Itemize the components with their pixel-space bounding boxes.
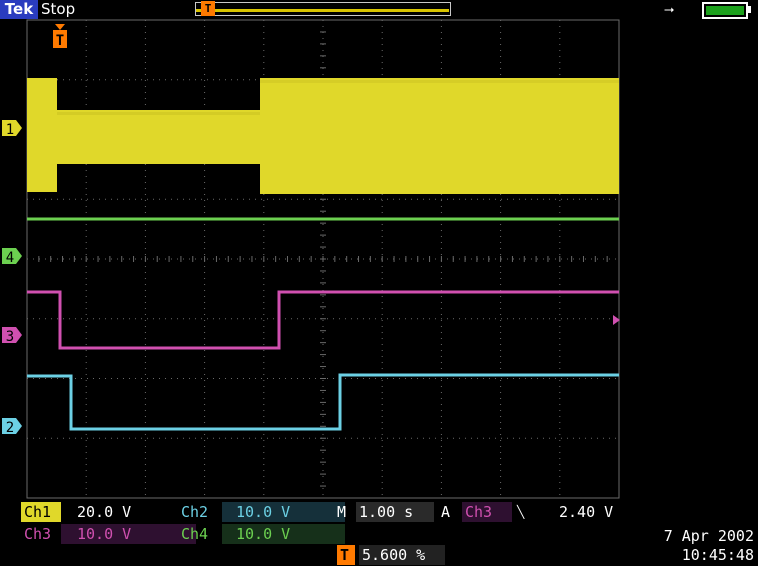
ch4-scale: 10.0 V <box>222 524 345 544</box>
ch2-readout[interactable]: Ch2 10.0 V <box>178 502 345 522</box>
trigger-marker: T <box>53 24 67 49</box>
ch2-scale: 10.0 V <box>222 502 345 522</box>
time-readout: 10:45:48 <box>681 546 754 564</box>
ch4-readout[interactable]: Ch4 10.0 V <box>178 524 345 544</box>
ch1-readout[interactable]: Ch1 20.0 V <box>21 502 182 522</box>
trigger-position-value: 5.600 % <box>359 545 445 565</box>
ch3-label: Ch3 <box>24 525 52 543</box>
trigger-slope-icon: ╲ <box>517 505 525 519</box>
ch2-label: Ch2 <box>181 503 209 521</box>
ch3-ground-marker[interactable]: 3 <box>2 327 22 345</box>
ch1-label: Ch1 <box>21 502 61 522</box>
trigger-position-icon: T <box>337 545 355 565</box>
timebase-readout[interactable]: M 1.00 s <box>334 502 434 522</box>
ch4-label: Ch4 <box>181 525 209 543</box>
date-readout: 7 Apr 2002 <box>663 527 754 545</box>
trigger-readout[interactable]: A Ch3 ╲ 2.40 V <box>438 502 624 522</box>
ch1-ground-marker[interactable]: 1 <box>2 120 22 138</box>
svg-text:2: 2 <box>6 420 14 436</box>
trigger-source: Ch3 <box>462 502 512 522</box>
ch2-ground-marker[interactable]: 2 <box>2 418 22 436</box>
ch3-scale: 10.0 V <box>61 524 196 544</box>
ch1-waveform <box>27 78 619 194</box>
ch3-readout[interactable]: Ch3 10.0 V <box>21 524 196 544</box>
trigger-position-readout[interactable]: T 5.600 % <box>337 545 449 565</box>
waveform-display: T 1 4 3 2 <box>2 19 620 499</box>
svg-text:1: 1 <box>6 122 14 138</box>
svg-text:T: T <box>56 33 64 49</box>
trigger-level: 2.40 V <box>559 503 614 521</box>
ch1-scale: 20.0 V <box>77 503 132 521</box>
timebase-value: 1.00 s <box>356 502 434 522</box>
ch4-ground-marker[interactable]: 4 <box>2 248 22 266</box>
svg-text:3: 3 <box>6 329 14 345</box>
m-label: M <box>337 503 347 521</box>
svg-text:4: 4 <box>6 250 14 266</box>
a-label: A <box>441 503 451 521</box>
